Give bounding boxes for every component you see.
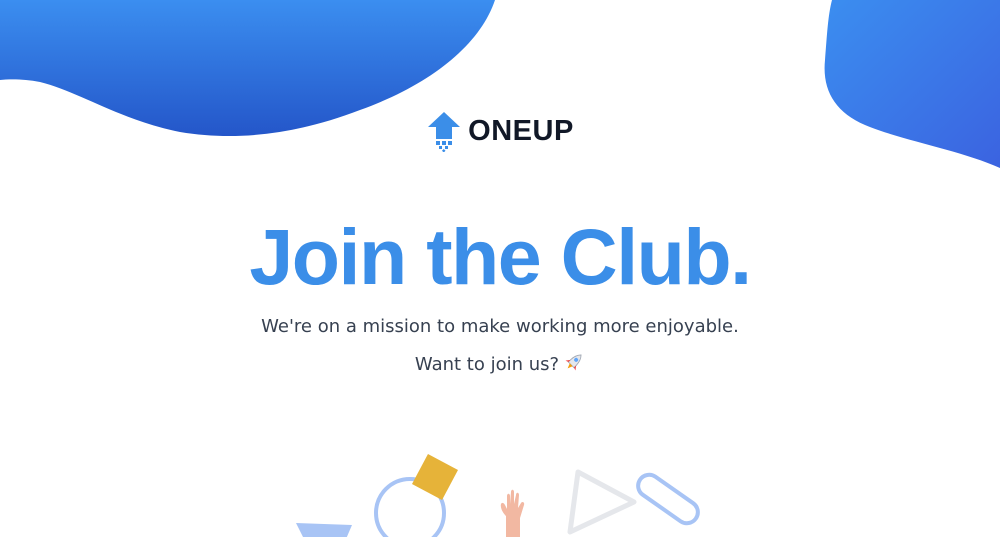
- brand-header: ONEUP: [0, 110, 1000, 152]
- page-title: Join the Club.: [249, 212, 752, 301]
- waving-hand-icon: [500, 489, 525, 537]
- rocket-icon: [565, 354, 582, 371]
- oneup-arrow-logo-icon[interactable]: [426, 110, 462, 152]
- subtitle-mission: We're on a mission to make working more …: [261, 316, 739, 337]
- square-shape-icon: [412, 454, 458, 500]
- pill-shape-icon: [636, 472, 700, 526]
- subtitle-join: Want to join us?: [0, 351, 1000, 376]
- brand-name[interactable]: ONEUP: [468, 116, 574, 146]
- page: ONEUP Join the Club. We're on a mission …: [0, 0, 1000, 537]
- subtitle-join-text: Want to join us?: [414, 354, 560, 375]
- trapezoid-shape-icon: [296, 523, 352, 537]
